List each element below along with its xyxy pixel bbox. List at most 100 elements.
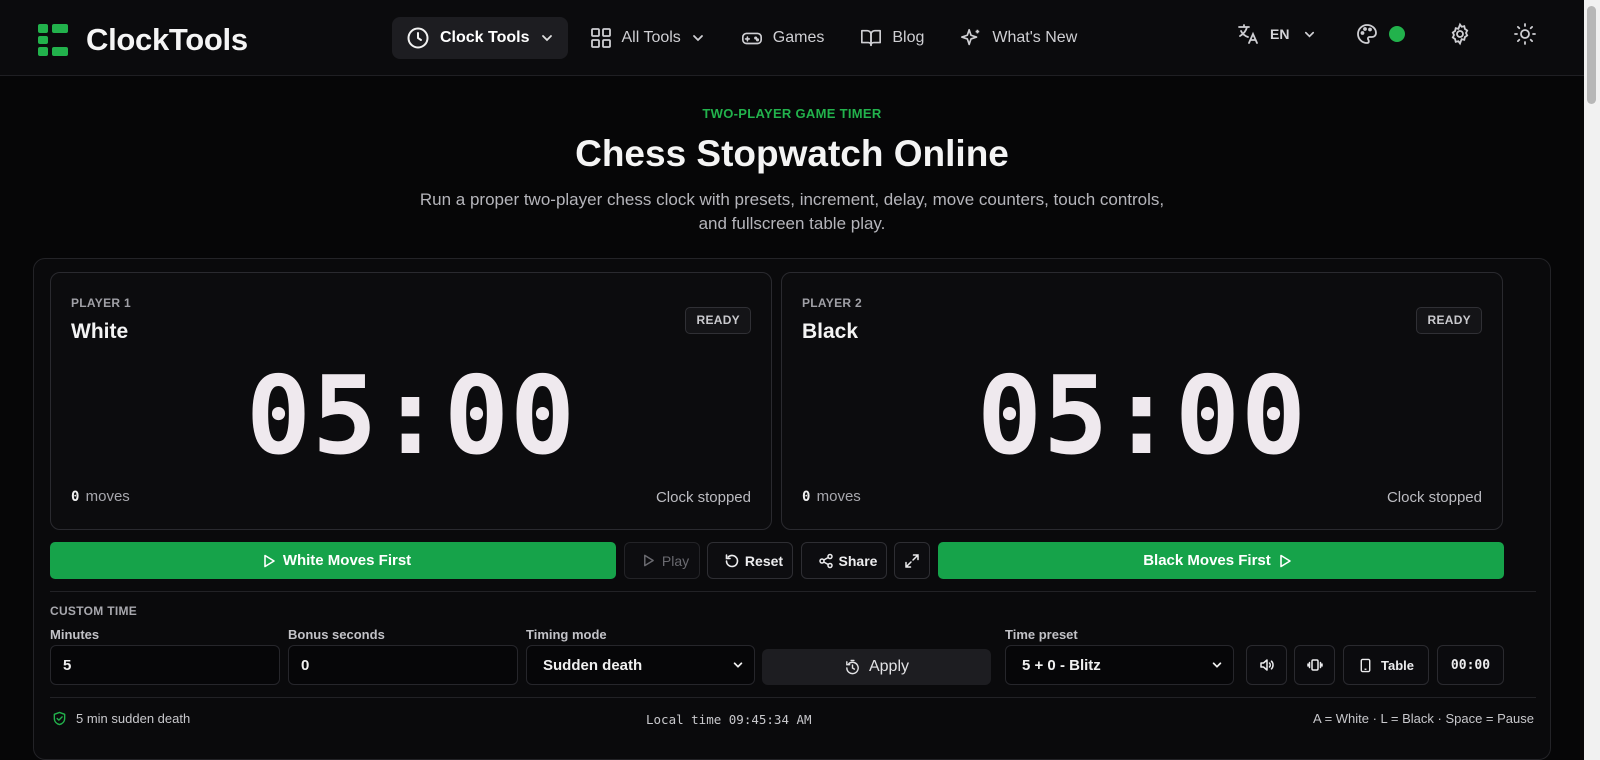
time-preset-label: Time preset bbox=[1005, 627, 1078, 642]
page-subtitle: Run a proper two-player chess clock with… bbox=[419, 190, 1165, 233]
gear-icon bbox=[1451, 22, 1469, 46]
timing-mode-label: Timing mode bbox=[526, 627, 607, 642]
player-tag: PLAYER 2 bbox=[802, 296, 862, 310]
main-nav: Clock Tools All Tools Games Blog What's … bbox=[392, 17, 1099, 59]
sparkles-icon bbox=[961, 28, 980, 46]
book-icon bbox=[861, 29, 882, 47]
player-tag: PLAYER 1 bbox=[71, 296, 131, 310]
button-label: Reset bbox=[744, 552, 784, 569]
nav-label: What's New bbox=[992, 29, 1078, 46]
mini-timer-value: 00:00 bbox=[1450, 657, 1491, 673]
player-1-clock[interactable]: PLAYER 1 White READY 05:00 0 moves Clock… bbox=[50, 272, 772, 530]
language-code: EN bbox=[1270, 26, 1290, 42]
hero-section: TWO-PLAYER GAME TIMER Chess Stopwatch On… bbox=[0, 106, 1584, 236]
status-indicator bbox=[1389, 26, 1405, 42]
chevron-down-icon bbox=[541, 35, 552, 42]
time-control-summary: 5 min sudden death bbox=[52, 711, 190, 726]
settings-button[interactable] bbox=[1448, 22, 1472, 46]
player-2-clock[interactable]: PLAYER 2 Black READY 05:00 0 moves Clock… bbox=[781, 272, 1503, 530]
logo-icon bbox=[38, 24, 68, 56]
button-label: Black Moves First bbox=[1143, 552, 1271, 569]
button-label: Apply bbox=[868, 658, 910, 675]
local-time: Local time 09:45:34 AM bbox=[646, 712, 812, 727]
nav-label: All Tools bbox=[621, 29, 681, 46]
player-name: Black bbox=[802, 320, 859, 343]
timing-mode-select[interactable]: Sudden death bbox=[526, 645, 755, 685]
move-counter: 0 moves bbox=[71, 488, 130, 505]
divider bbox=[50, 697, 1536, 698]
white-moves-first-button[interactable]: White Moves First bbox=[50, 542, 616, 579]
brand-logo[interactable]: ClockTools bbox=[38, 22, 248, 58]
timing-mode-value: Sudden death bbox=[543, 656, 643, 674]
move-counter: 0 moves bbox=[802, 488, 861, 505]
vibrate-icon bbox=[1306, 659, 1323, 671]
nav-clock-tools[interactable]: Clock Tools bbox=[392, 17, 568, 59]
grid-icon bbox=[590, 28, 611, 48]
bonus-seconds-input[interactable]: 0 bbox=[288, 645, 518, 685]
sound-toggle-button[interactable] bbox=[1246, 645, 1287, 685]
page-title: Chess Stopwatch Online bbox=[575, 133, 1009, 174]
table-mode-button[interactable]: Table bbox=[1343, 645, 1429, 685]
button-label: Share bbox=[838, 552, 878, 569]
clock-icon bbox=[407, 27, 429, 49]
black-moves-first-button[interactable]: Black Moves First bbox=[938, 542, 1504, 579]
chevron-down-icon bbox=[733, 662, 743, 668]
brand-name: ClockTools bbox=[86, 22, 248, 57]
apply-button[interactable]: Apply bbox=[762, 649, 991, 685]
expand-icon bbox=[905, 553, 919, 568]
share-button[interactable]: Share bbox=[801, 542, 887, 579]
scrollbar[interactable] bbox=[1584, 0, 1600, 760]
vibration-toggle-button[interactable] bbox=[1294, 645, 1335, 685]
gamepad-icon bbox=[741, 32, 762, 45]
time-preset-select[interactable]: 5 + 0 - Blitz bbox=[1005, 645, 1234, 685]
chevron-down-icon bbox=[692, 35, 703, 42]
nav-label: Blog bbox=[892, 29, 925, 46]
keyboard-shortcuts: A = White · L = Black · Space = Pause bbox=[1313, 711, 1534, 726]
language-selector[interactable]: EN bbox=[1236, 22, 1316, 46]
divider bbox=[50, 591, 1536, 592]
moves-label: moves bbox=[85, 488, 130, 505]
mini-timer-button[interactable]: 00:00 bbox=[1437, 645, 1504, 685]
reset-icon bbox=[725, 553, 739, 567]
chess-clock-panel: PLAYER 1 White READY 05:00 0 moves Clock… bbox=[33, 258, 1551, 760]
timer-reset-icon bbox=[846, 659, 859, 674]
status-badge: READY bbox=[1416, 307, 1482, 334]
theme-palette-button[interactable] bbox=[1355, 22, 1405, 46]
move-count: 0 bbox=[802, 489, 811, 505]
chevron-down-icon bbox=[1305, 31, 1315, 38]
play-icon bbox=[1279, 554, 1291, 567]
reset-button[interactable]: Reset bbox=[707, 542, 793, 579]
fullscreen-button[interactable] bbox=[894, 542, 930, 579]
bonus-value: 0 bbox=[301, 656, 310, 674]
minutes-input[interactable]: 5 bbox=[50, 645, 280, 685]
minutes-label: Minutes bbox=[50, 627, 100, 642]
nav-blog[interactable]: Blog bbox=[846, 17, 938, 59]
play-icon bbox=[643, 554, 654, 567]
share-icon bbox=[818, 553, 833, 568]
nav-label: Clock Tools bbox=[440, 29, 530, 46]
chevron-down-icon bbox=[1212, 662, 1222, 668]
play-button[interactable]: Play bbox=[624, 542, 700, 579]
status-badge: READY bbox=[685, 307, 751, 334]
moves-label: moves bbox=[816, 488, 861, 505]
time-display: 05:00 bbox=[245, 354, 577, 479]
clock-status: Clock stopped bbox=[1386, 489, 1482, 506]
custom-time-heading: CUSTOM TIME bbox=[50, 604, 138, 618]
palette-icon bbox=[1357, 24, 1377, 44]
nav-all-tools[interactable]: All Tools bbox=[576, 17, 719, 59]
time-display: 05:00 bbox=[976, 354, 1308, 479]
hero-eyebrow: TWO-PLAYER GAME TIMER bbox=[702, 106, 882, 121]
bonus-seconds-label: Bonus seconds bbox=[288, 627, 385, 642]
button-label: Table bbox=[1381, 657, 1414, 673]
tablet-icon bbox=[1360, 658, 1371, 672]
top-navbar: ClockTools Clock Tools All Tools Games B… bbox=[0, 0, 1584, 76]
sun-icon bbox=[1514, 23, 1536, 45]
nav-games[interactable]: Games bbox=[727, 17, 839, 59]
scrollbar-thumb[interactable] bbox=[1587, 6, 1596, 104]
nav-whats-new[interactable]: What's New bbox=[946, 17, 1091, 59]
volume-icon bbox=[1259, 659, 1274, 671]
shield-check-icon bbox=[53, 711, 66, 726]
light-mode-toggle[interactable] bbox=[1513, 22, 1537, 46]
translate-icon bbox=[1238, 24, 1258, 44]
play-icon bbox=[264, 554, 275, 567]
